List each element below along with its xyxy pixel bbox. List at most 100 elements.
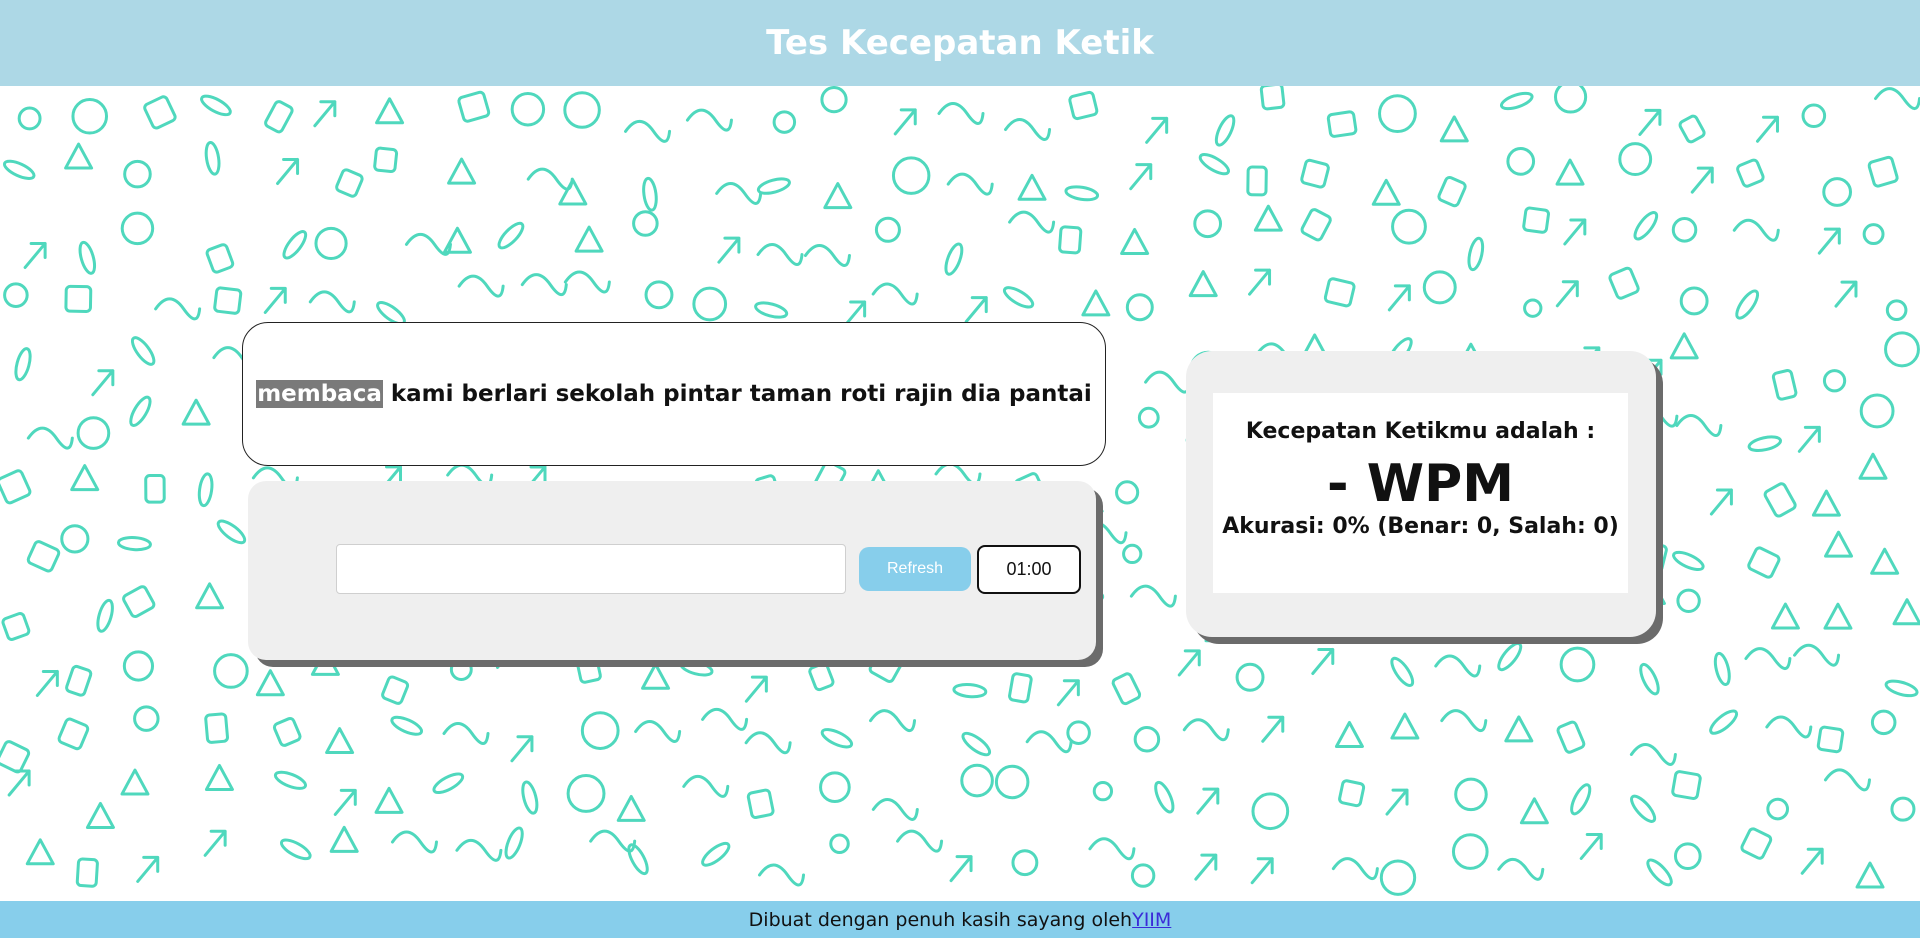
doodle-shape bbox=[203, 829, 227, 857]
doodle-shape bbox=[520, 273, 568, 297]
doodle-shape bbox=[1250, 857, 1274, 885]
doodle-shape bbox=[1859, 393, 1895, 429]
doodle-shape bbox=[120, 211, 155, 246]
doodle-shape bbox=[563, 270, 611, 294]
doodle-shape bbox=[1251, 792, 1290, 831]
doodle-shape bbox=[820, 86, 848, 114]
doodle-shape bbox=[574, 225, 604, 253]
doodle-shape bbox=[1235, 662, 1265, 692]
doodle-shape bbox=[255, 669, 285, 697]
doodle-shape bbox=[1129, 163, 1153, 191]
doodle-shape bbox=[264, 100, 294, 134]
doodle-shape bbox=[1506, 147, 1536, 176]
doodle-shape bbox=[1867, 155, 1899, 188]
doodle-shape bbox=[1058, 225, 1083, 255]
doodle-shape bbox=[521, 780, 539, 815]
doodle-shape bbox=[960, 763, 994, 798]
doodle-shape bbox=[563, 91, 601, 129]
doodle-shape bbox=[1122, 543, 1143, 565]
doodle-shape bbox=[1439, 115, 1469, 143]
doodle-shape bbox=[1554, 86, 1588, 114]
current-word: membaca bbox=[256, 380, 383, 408]
doodle-shape bbox=[1709, 488, 1733, 516]
doodle-shape bbox=[756, 243, 804, 266]
doodle-shape bbox=[1870, 547, 1900, 575]
doodle-shape bbox=[1563, 218, 1587, 246]
doodle-shape bbox=[1672, 550, 1705, 572]
doodle-shape bbox=[772, 110, 797, 134]
doodle-shape bbox=[715, 181, 763, 205]
doodle-shape bbox=[1133, 725, 1161, 753]
doodle-shape bbox=[1713, 651, 1731, 687]
doodle-shape bbox=[1618, 142, 1653, 177]
doodle-shape bbox=[447, 157, 477, 185]
doodle-shape bbox=[1311, 648, 1335, 676]
doodle-shape bbox=[64, 142, 94, 170]
doodle-shape bbox=[1816, 725, 1845, 754]
doodle-shape bbox=[1130, 863, 1156, 888]
doodle-shape bbox=[313, 100, 337, 128]
doodle-shape bbox=[1519, 797, 1549, 825]
word-display: membaca kami berlari sekolah pintar tama… bbox=[242, 322, 1106, 466]
doodle-shape bbox=[1390, 656, 1415, 687]
doodle-shape bbox=[1504, 715, 1534, 743]
footer: Dibuat dengan penuh kasih sayang oleh YII… bbox=[0, 901, 1920, 938]
doodle-shape bbox=[1732, 218, 1780, 242]
doodle-shape bbox=[1, 612, 31, 641]
doodle-shape bbox=[1646, 858, 1673, 887]
doodle-shape bbox=[1639, 662, 1660, 696]
doodle-shape bbox=[1011, 849, 1039, 877]
doodle-shape bbox=[17, 106, 42, 131]
doodle-shape bbox=[1559, 646, 1596, 683]
doodle-shape bbox=[1300, 208, 1332, 242]
doodle-shape bbox=[390, 715, 424, 736]
doodle-shape bbox=[26, 540, 61, 573]
doodle-shape bbox=[14, 347, 32, 382]
doodle-shape bbox=[1115, 480, 1140, 505]
doodle-shape bbox=[381, 675, 410, 705]
doodle-shape bbox=[624, 119, 672, 143]
doodle-shape bbox=[1736, 158, 1765, 188]
doodle-shape bbox=[133, 705, 160, 732]
doodle-shape bbox=[1709, 709, 1739, 735]
doodle-shape bbox=[1747, 435, 1782, 452]
doodle-shape bbox=[1766, 797, 1790, 821]
doodle-shape bbox=[282, 230, 308, 260]
doodle-shape bbox=[644, 280, 674, 310]
typing-input[interactable] bbox=[336, 544, 846, 594]
doodle-shape bbox=[181, 398, 211, 426]
doodle-shape bbox=[1323, 277, 1356, 308]
doodle-shape bbox=[1334, 720, 1364, 748]
doodle-shape bbox=[136, 855, 160, 883]
typing-panel: Refresh 01:00 bbox=[248, 481, 1096, 660]
doodle-shape bbox=[1763, 482, 1797, 518]
doodle-shape bbox=[869, 709, 917, 733]
doodle-shape bbox=[1385, 788, 1409, 816]
doodle-shape bbox=[1679, 286, 1709, 316]
doodle-shape bbox=[1120, 227, 1150, 255]
doodle-shape bbox=[1579, 832, 1603, 860]
doodle-shape bbox=[23, 241, 47, 269]
doodle-shape bbox=[1092, 780, 1114, 802]
doodle-shape bbox=[374, 786, 404, 814]
doodle-shape bbox=[1834, 280, 1858, 308]
footer-link[interactable]: YIIM bbox=[1132, 909, 1171, 931]
doodle-shape bbox=[896, 829, 944, 853]
doodle-shape bbox=[130, 336, 156, 366]
accuracy-text: Akurasi: 0% (Benar: 0, Salah: 0) bbox=[1222, 514, 1619, 539]
doodle-shape bbox=[634, 720, 682, 743]
doodle-shape bbox=[85, 801, 115, 829]
refresh-button[interactable]: Refresh bbox=[859, 547, 971, 591]
page-title: Tes Kecepatan Ketik bbox=[766, 23, 1154, 63]
doodle-shape bbox=[1884, 679, 1919, 698]
doodle-shape bbox=[1338, 779, 1366, 808]
doodle-shape bbox=[1870, 709, 1897, 736]
doodle-shape bbox=[0, 740, 31, 774]
doodle-shape bbox=[627, 843, 649, 876]
timer-display: 01:00 bbox=[977, 545, 1081, 594]
doodle-shape bbox=[1824, 530, 1854, 558]
doodle-shape bbox=[195, 582, 225, 610]
doodle-shape bbox=[373, 146, 399, 174]
doodle-shape bbox=[949, 855, 973, 883]
doodle-shape bbox=[143, 95, 177, 130]
